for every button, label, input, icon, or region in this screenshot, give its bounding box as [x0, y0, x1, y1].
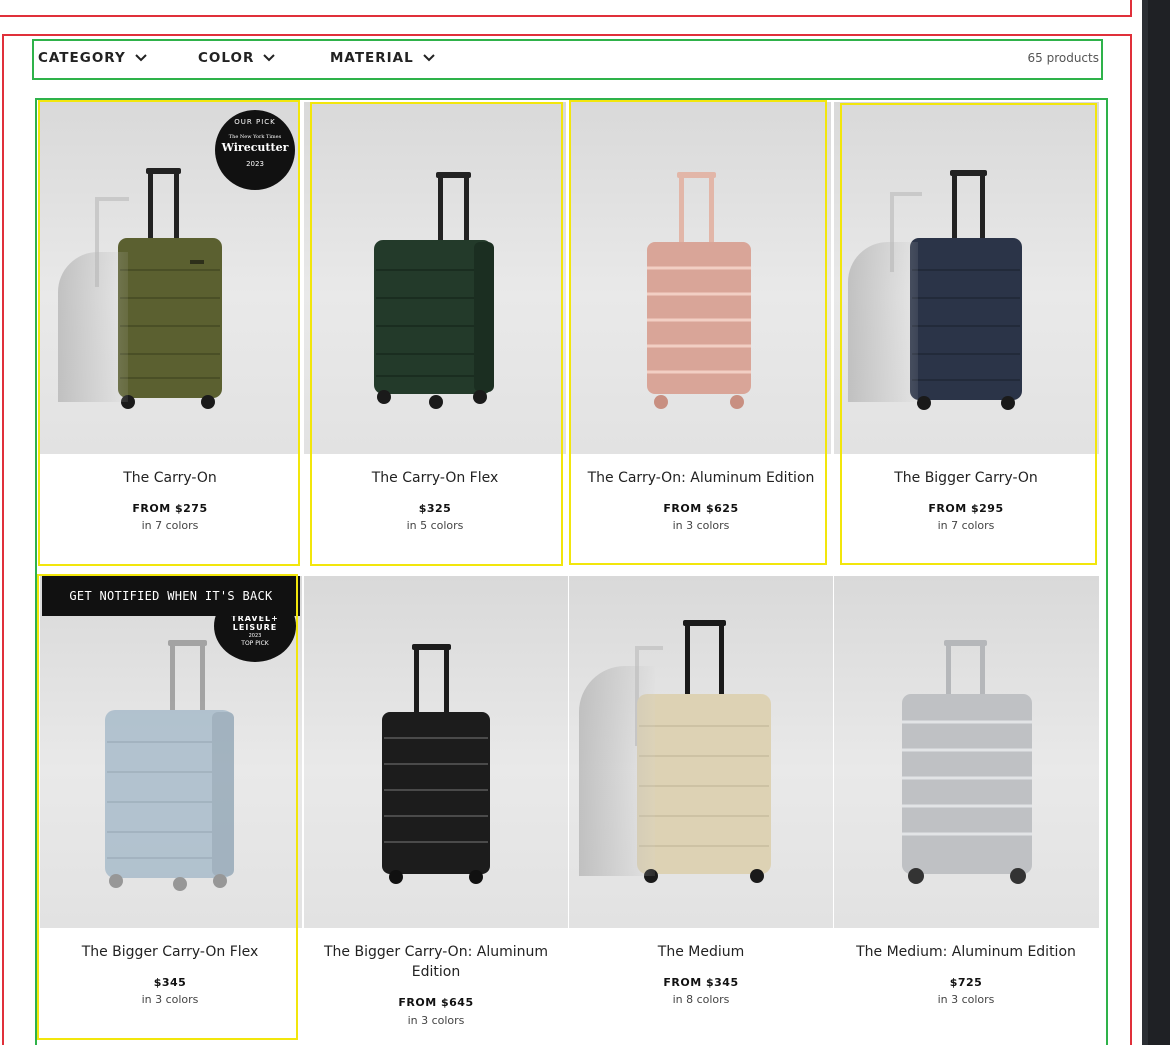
product-name[interactable]: The Bigger Carry-On — [834, 468, 1098, 488]
badge-name-text: LEISURE — [232, 623, 278, 632]
badge-nyt-text: The New York Times — [228, 134, 282, 140]
product-image[interactable] — [834, 576, 1099, 928]
product-name[interactable]: The Carry-On — [38, 468, 302, 488]
product-image[interactable] — [569, 576, 833, 928]
suitcase-illustration — [374, 172, 494, 409]
badge-name-text: Wirecutter — [221, 141, 289, 154]
product-name[interactable]: The Carry-On: Aluminum Edition — [569, 468, 833, 488]
top-region-outline — [0, 0, 1132, 17]
suitcase-illustration — [902, 640, 1032, 884]
product-price: $725 — [949, 976, 983, 989]
badge-year-text: 2023 — [248, 633, 262, 639]
material-filter-label: MATERIAL — [330, 50, 414, 66]
notify-button[interactable]: GET NOTIFIED WHEN IT'S BACK — [42, 576, 300, 616]
color-filter-label: COLOR — [198, 50, 255, 66]
suitcase-illustration — [647, 172, 751, 409]
product-price: FROM $295 — [928, 502, 1004, 515]
product-colors: in 7 colors — [937, 519, 995, 532]
product-colors: in 3 colors — [937, 993, 995, 1006]
filter-bar-outline — [32, 39, 1103, 80]
product-name[interactable]: The Carry-On Flex — [303, 468, 567, 488]
category-filter-label: CATEGORY — [38, 50, 126, 66]
suitcase-illustration — [382, 644, 490, 884]
product-image[interactable] — [304, 102, 566, 454]
product-price: FROM $625 — [663, 502, 739, 515]
product-colors: in 3 colors — [407, 1014, 465, 1027]
product-price: FROM $275 — [132, 502, 208, 515]
side-panel — [1142, 0, 1170, 1045]
material-filter[interactable]: MATERIAL — [330, 50, 436, 66]
product-colors: in 3 colors — [141, 993, 199, 1006]
category-filter[interactable]: CATEGORY — [38, 50, 148, 66]
product-image[interactable] — [304, 576, 568, 928]
chevron-down-icon — [135, 54, 147, 62]
product-price: $325 — [418, 502, 452, 515]
chevron-down-icon — [263, 54, 276, 62]
product-price: FROM $345 — [663, 976, 739, 989]
product-image[interactable] — [834, 102, 1099, 454]
badge-top-text: OUR PICK — [234, 118, 276, 126]
product-image[interactable] — [569, 102, 831, 454]
badge-sub-text: TOP PICK — [241, 640, 269, 647]
product-name[interactable]: The Medium — [569, 942, 833, 962]
product-price: FROM $645 — [398, 996, 474, 1009]
color-filter[interactable]: COLOR — [198, 50, 276, 66]
product-count: 65 products — [1027, 51, 1100, 65]
product-name[interactable]: The Bigger Carry-On: Aluminum Edition — [304, 942, 568, 982]
product-colors: in 3 colors — [672, 519, 730, 532]
product-name[interactable]: The Medium: Aluminum Edition — [834, 942, 1098, 962]
product-name[interactable]: The Bigger Carry-On Flex — [38, 942, 302, 962]
chevron-down-icon — [423, 54, 435, 62]
product-colors: in 8 colors — [672, 993, 730, 1006]
product-colors: in 7 colors — [141, 519, 199, 532]
product-price: $345 — [153, 976, 187, 989]
wirecutter-badge: OUR PICK The New York Times Wirecutter 2… — [215, 110, 295, 190]
badge-year-text: 2023 — [246, 160, 264, 168]
product-colors: in 5 colors — [406, 519, 464, 532]
